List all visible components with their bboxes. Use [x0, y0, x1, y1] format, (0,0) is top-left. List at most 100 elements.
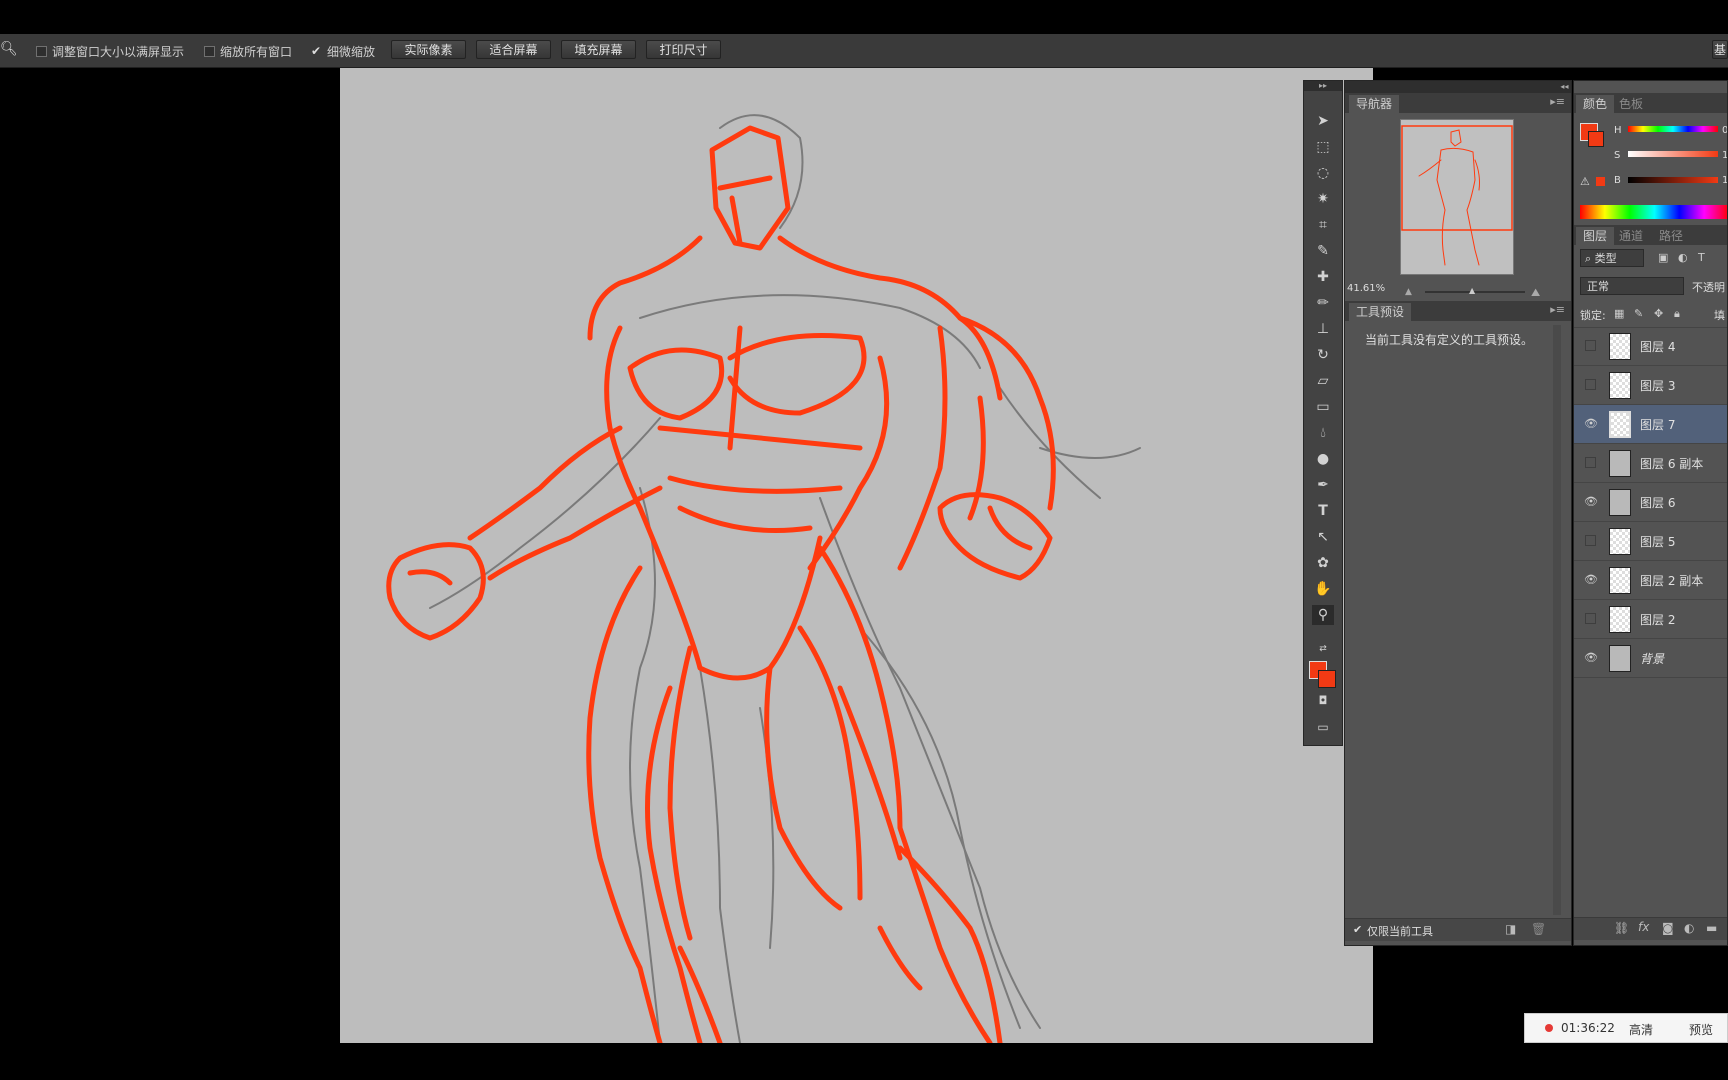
hue-value[interactable]: 0	[1722, 125, 1727, 136]
add-mask-icon[interactable]: ◙	[1662, 921, 1674, 935]
hand-tool-icon[interactable]: ✋	[1312, 579, 1334, 599]
pen-tool-icon[interactable]: ✒	[1312, 475, 1334, 495]
visibility-toggle[interactable]	[1585, 535, 1596, 546]
lock-position-icon[interactable]: ✥	[1654, 307, 1663, 320]
saturation-slider[interactable]	[1628, 151, 1718, 157]
layer-row[interactable]: 图层 3	[1574, 366, 1727, 405]
shape-tool-icon[interactable]: ✿	[1312, 553, 1334, 573]
crop-tool-icon[interactable]: ⌗	[1312, 215, 1334, 235]
blend-mode-select[interactable]: 正常	[1580, 277, 1684, 295]
layer-name[interactable]: 图层 3	[1640, 377, 1675, 394]
panel-menu-icon[interactable]: ▸≡	[1550, 303, 1565, 316]
zoom-tool-icon[interactable]: ⚲	[1312, 605, 1334, 625]
path-selection-tool-icon[interactable]: ↖	[1312, 527, 1334, 547]
layer-name[interactable]: 图层 6 副本	[1640, 455, 1703, 472]
color-background-swatch[interactable]	[1588, 131, 1604, 147]
type-tool-icon[interactable]: T	[1312, 501, 1334, 521]
hue-slider[interactable]	[1628, 126, 1718, 132]
eye-icon[interactable]: 👁︎	[1584, 651, 1598, 665]
screen-mode-icon[interactable]: ▭	[1312, 717, 1334, 737]
layer-row[interactable]: 👁︎ 图层 2 副本	[1574, 561, 1727, 600]
layer-row[interactable]: 图层 5	[1574, 522, 1727, 561]
presets-scrollbar[interactable]	[1553, 325, 1561, 915]
delete-preset-icon[interactable]: 🗑︎	[1531, 922, 1546, 936]
eye-icon[interactable]: 👁︎	[1584, 495, 1598, 509]
layer-thumbnail[interactable]	[1609, 528, 1631, 555]
layer-name[interactable]: 背景	[1640, 650, 1664, 667]
layer-filter-select[interactable]: ⌕ 类型	[1580, 249, 1644, 267]
tab-layers[interactable]: 图层	[1576, 227, 1615, 245]
fill-screen-button[interactable]: 填充屏幕	[561, 40, 636, 59]
visibility-toggle[interactable]	[1585, 379, 1596, 390]
brush-tool-icon[interactable]: ✏	[1312, 293, 1334, 313]
zoom-slider-handle[interactable]: ▲	[1469, 286, 1475, 295]
group-icon[interactable]: ▬	[1706, 921, 1717, 935]
eye-icon[interactable]: 👁︎	[1584, 573, 1598, 587]
tab-swatches[interactable]: 色板	[1612, 95, 1650, 113]
dodge-tool-icon[interactable]: ●	[1312, 449, 1334, 469]
magic-wand-tool-icon[interactable]: ✷	[1312, 189, 1334, 209]
scrubby-zoom-checkbox[interactable]: ✔ 细微缩放	[311, 43, 375, 60]
new-preset-icon[interactable]: ◨	[1505, 922, 1516, 936]
brightness-slider[interactable]	[1628, 177, 1718, 183]
tools-panel-header[interactable]: ▸▸	[1304, 81, 1342, 91]
layer-row[interactable]: 👁︎ 背景	[1574, 639, 1727, 678]
background-color-swatch[interactable]	[1318, 670, 1336, 688]
color-spectrum-ramp[interactable]	[1580, 205, 1727, 219]
saturation-value[interactable]: 1	[1722, 150, 1727, 161]
visibility-toggle[interactable]	[1585, 457, 1596, 468]
blur-tool-icon[interactable]: 💧︎	[1312, 423, 1334, 443]
zoom-in-icon[interactable]: ⛰︎	[1531, 286, 1540, 300]
quick-mask-icon[interactable]: ◘	[1312, 691, 1334, 711]
eraser-tool-icon[interactable]: ▱	[1312, 371, 1334, 391]
checkmark-icon[interactable]: ✔	[311, 45, 322, 57]
visibility-toggle[interactable]	[1585, 340, 1596, 351]
panel-menu-icon[interactable]: ▸≡	[1550, 95, 1565, 108]
layer-row[interactable]: 👁︎ 图层 6	[1574, 483, 1727, 522]
fx-icon[interactable]: fx	[1638, 920, 1649, 934]
brightness-value[interactable]: 1	[1722, 175, 1727, 186]
layer-row[interactable]: 图层 6 副本	[1574, 444, 1727, 483]
layer-thumbnail[interactable]	[1609, 606, 1631, 633]
layer-thumbnail[interactable]	[1609, 333, 1631, 360]
history-brush-tool-icon[interactable]: ↻	[1312, 345, 1334, 365]
eye-icon[interactable]: 👁︎	[1584, 417, 1598, 431]
navigator-preview[interactable]	[1400, 119, 1514, 275]
tab-paths[interactable]: 路径	[1652, 227, 1690, 245]
layer-row[interactable]: 图层 4	[1574, 327, 1727, 366]
current-tool-only-checkbox[interactable]: ✔	[1353, 923, 1362, 936]
swap-colors-icon[interactable]: ⇄	[1312, 639, 1334, 659]
marquee-tool-icon[interactable]: ⬚	[1312, 137, 1334, 157]
actual-pixels-button[interactable]: 实际像素	[391, 40, 466, 59]
tab-navigator[interactable]: 导航器	[1349, 95, 1400, 113]
quality-button[interactable]: 高清	[1629, 1021, 1653, 1038]
layer-name[interactable]: 图层 7	[1640, 416, 1675, 433]
tab-channels[interactable]: 通道	[1612, 227, 1650, 245]
layer-name[interactable]: 图层 2	[1640, 611, 1675, 628]
layer-name[interactable]: 图层 2 副本	[1640, 572, 1703, 589]
layer-name[interactable]: 图层 5	[1640, 533, 1675, 550]
zoom-all-windows-checkbox[interactable]: 缩放所有窗口	[204, 43, 292, 60]
eyedropper-tool-icon[interactable]: ✎	[1312, 241, 1334, 261]
adjustment-layer-icon[interactable]: ◐	[1684, 921, 1694, 935]
healing-brush-tool-icon[interactable]: ✚	[1312, 267, 1334, 287]
document-canvas[interactable]	[340, 68, 1373, 1043]
filter-adjustment-icon[interactable]: ◐	[1678, 251, 1688, 264]
link-layers-icon[interactable]: ⛓	[1614, 921, 1629, 935]
layer-thumbnail[interactable]	[1609, 645, 1631, 672]
checkbox-box[interactable]	[36, 46, 47, 57]
panel-collapse-header[interactable]: ◂◂	[1345, 81, 1571, 93]
filter-type-icon[interactable]: T	[1698, 251, 1705, 264]
layer-name[interactable]: 图层 6	[1640, 494, 1675, 511]
lock-all-icon[interactable]: 🔒︎	[1674, 307, 1680, 321]
filter-image-icon[interactable]: ▣	[1658, 251, 1668, 264]
layer-thumbnail[interactable]	[1609, 372, 1631, 399]
checkbox-box[interactable]	[204, 46, 215, 57]
clone-stamp-tool-icon[interactable]: ⊥	[1312, 319, 1334, 339]
layer-name[interactable]: 图层 4	[1640, 338, 1675, 355]
lasso-tool-icon[interactable]: ◌	[1312, 163, 1334, 183]
lock-transparent-icon[interactable]: ▦	[1614, 307, 1624, 320]
layer-thumbnail[interactable]	[1609, 567, 1631, 594]
lock-pixels-icon[interactable]: ✎	[1634, 307, 1643, 320]
gamut-warning-icon[interactable]: ⚠	[1580, 175, 1590, 188]
